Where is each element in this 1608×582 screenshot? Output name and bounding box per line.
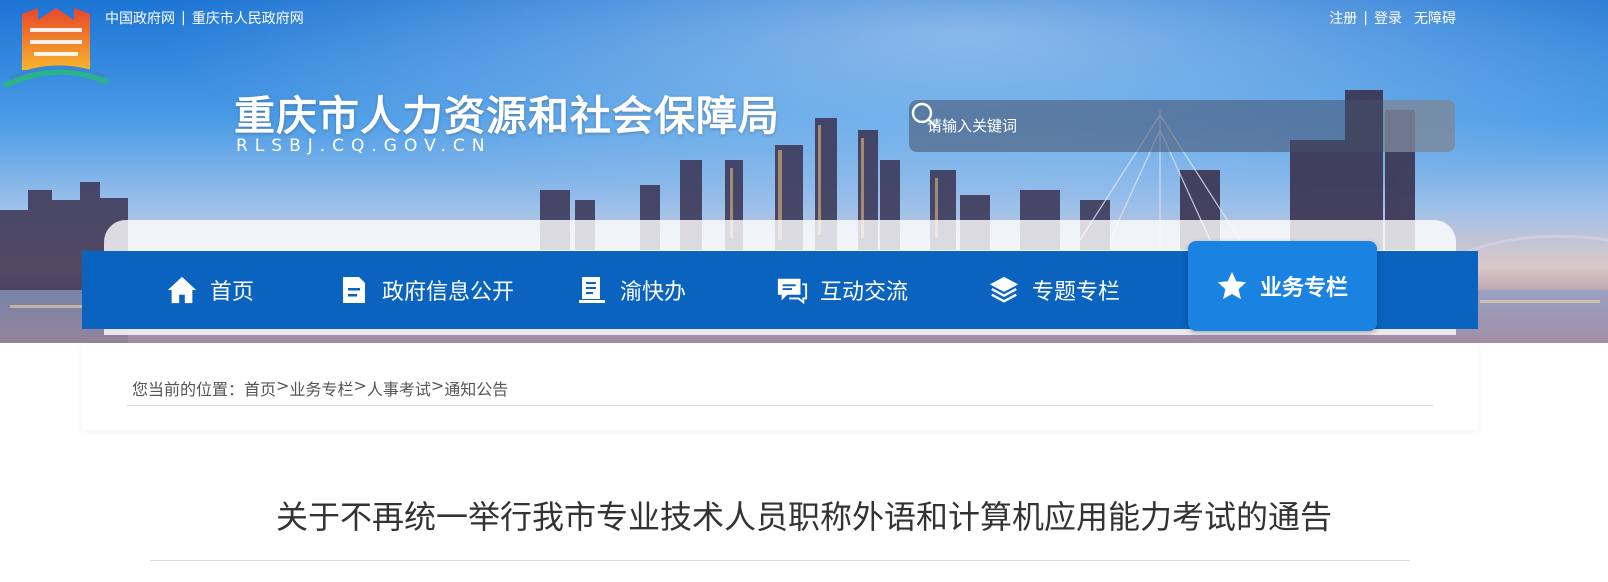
nav-item-yukuaiban[interactable]: 渝快办 [576, 251, 736, 329]
search-input[interactable] [909, 100, 1383, 152]
breadcrumb-business[interactable]: 业务专栏 [289, 376, 353, 400]
search-icon [911, 102, 937, 128]
layers-icon [988, 274, 1020, 306]
breadcrumb: 您当前的位置： 首页 > 业务专栏 > 人事考试 > 通知公告 [132, 376, 508, 400]
breadcrumb-notices[interactable]: 通知公告 [444, 376, 508, 400]
nav-item-business[interactable]: 业务专栏 [1188, 241, 1377, 331]
nav-item-label: 政府信息公开 [382, 280, 515, 305]
search-button[interactable] [911, 100, 1455, 152]
star-icon [1216, 270, 1248, 302]
top-link-separator: | [1363, 10, 1368, 26]
nav-item-label: 渝快办 [620, 280, 687, 305]
cq-gov-link[interactable]: 重庆市人民政府网 [192, 8, 304, 28]
nav-item-label: 业务专栏 [1260, 276, 1349, 301]
title-divider [150, 560, 1410, 561]
breadcrumb-home[interactable]: 首页 [244, 376, 276, 400]
nav-item-label: 专题专栏 [1032, 280, 1121, 305]
breadcrumb-separator: > [430, 376, 445, 395]
document-icon [338, 274, 370, 306]
breadcrumb-personnel-exam[interactable]: 人事考试 [367, 376, 431, 400]
top-links-right: 注册 | 登录 无障碍 [1329, 8, 1456, 28]
accessibility-link[interactable]: 无障碍 [1414, 8, 1456, 28]
register-link[interactable]: 注册 [1329, 8, 1357, 28]
chat-icon [776, 274, 808, 306]
breadcrumb-divider [127, 405, 1433, 406]
nav-item-interaction[interactable]: 互动交流 [776, 251, 946, 329]
top-links-left: 中国政府网 | 重庆市人民政府网 [105, 8, 304, 28]
article-title: 关于不再统一举行我市专业技术人员职称外语和计算机应用能力考试的通告 [275, 498, 1332, 536]
home-icon [166, 274, 198, 306]
site-domain: RLSBJ.CQ.GOV.CN [236, 136, 492, 156]
book-icon [576, 274, 608, 306]
top-link-separator: | [181, 10, 186, 26]
site-title: 重庆市人力资源和社会保障局 [234, 92, 780, 140]
gov-cn-link[interactable]: 中国政府网 [105, 8, 175, 28]
nav-item-gov-info[interactable]: 政府信息公开 [338, 251, 548, 329]
breadcrumb-prefix: 您当前的位置： [132, 380, 245, 399]
nav-item-label: 首页 [210, 280, 255, 305]
main-nav: 首页 政府信息公开 渝快办 互动交流 专题专栏 业务专栏 [82, 241, 1478, 331]
nav-item-special-topics[interactable]: 专题专栏 [988, 251, 1158, 329]
nav-item-label: 互动交流 [820, 280, 909, 305]
login-link[interactable]: 登录 [1374, 8, 1402, 28]
site-logo-icon [2, 8, 110, 89]
breadcrumb-separator: > [353, 376, 367, 395]
search-box [909, 100, 1455, 152]
breadcrumb-separator: > [276, 376, 290, 395]
nav-item-home[interactable]: 首页 [166, 251, 306, 329]
breadcrumb-panel: 您当前的位置： 首页 > 业务专栏 > 人事考试 > 通知公告 [82, 343, 1478, 430]
